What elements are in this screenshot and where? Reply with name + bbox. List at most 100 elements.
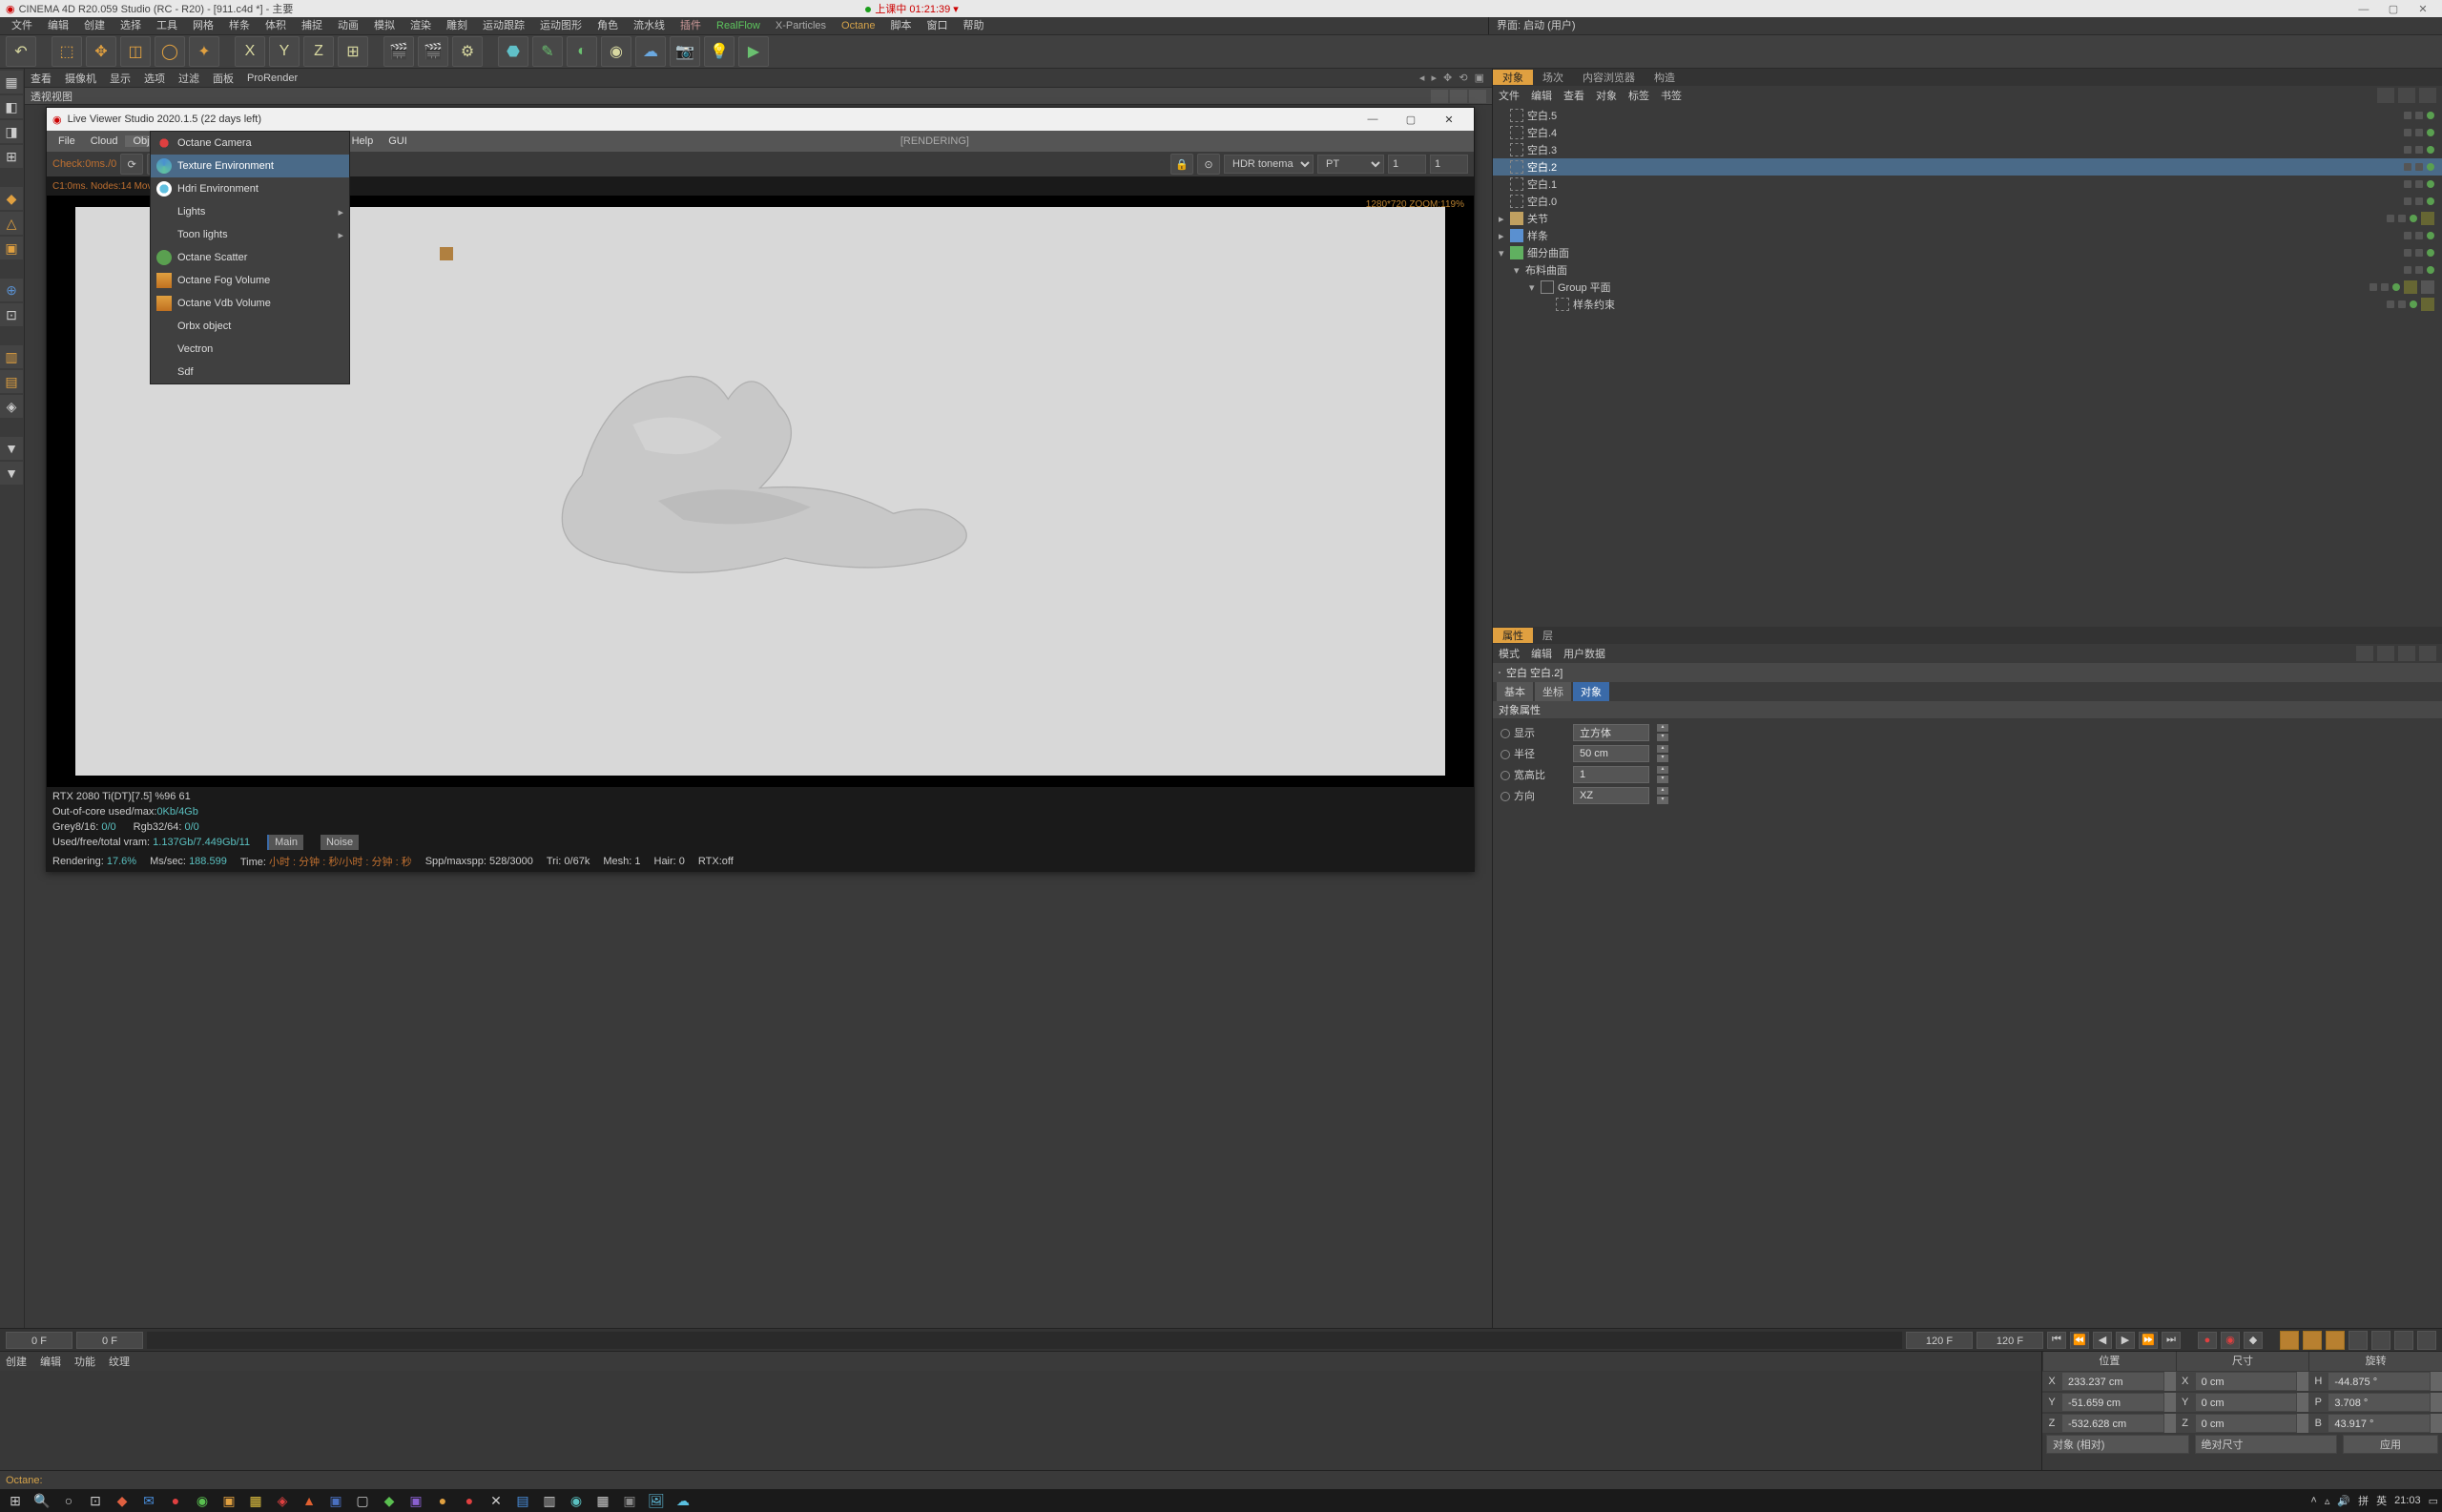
tl-opt7[interactable] [2417, 1331, 2436, 1350]
tab-structure[interactable]: 构造 [1645, 70, 1685, 85]
spinner[interactable] [2164, 1372, 2176, 1391]
objmenu-file[interactable]: 文件 [1499, 88, 1520, 103]
objmenu-btn2[interactable] [2398, 88, 2415, 103]
vpmenu-options[interactable]: 选项 [144, 71, 165, 86]
object-row[interactable]: ▾细分曲面 [1493, 244, 2442, 261]
tray-ime[interactable]: 拼 [2358, 1493, 2369, 1508]
matmenu-edit[interactable]: 编辑 [40, 1354, 61, 1369]
add-tag-button[interactable]: ▶ [738, 36, 769, 67]
ditem-vectron[interactable]: Vectron [151, 338, 349, 361]
lv-mode-select[interactable]: PT [1317, 155, 1384, 174]
ditem-scatter[interactable]: Octane Scatter [151, 246, 349, 269]
menu-animate[interactable]: 动画 [330, 17, 366, 34]
vpmenu-filter[interactable]: 过滤 [178, 71, 199, 86]
task-app-5[interactable]: ▣ [217, 1491, 240, 1510]
vpmenu-view[interactable]: 查看 [31, 71, 52, 86]
menu-script[interactable]: 脚本 [883, 17, 920, 34]
object-row[interactable]: 空白.3 [1493, 141, 2442, 158]
object-tag[interactable] [2421, 298, 2434, 311]
spinner[interactable]: ▴▾ [1657, 723, 1668, 742]
tray-time[interactable]: 21:03 [2394, 1495, 2421, 1506]
task-search[interactable]: 🔍 [31, 1491, 53, 1510]
tl-next-frame[interactable]: ⏩ [2139, 1332, 2158, 1349]
lv-lock-button[interactable]: 🔒 [1170, 154, 1193, 175]
main-aov-button[interactable]: Main [267, 835, 303, 850]
add-primitive-button[interactable]: ⬣ [498, 36, 528, 67]
attr-value[interactable]: 1 [1573, 766, 1649, 783]
task-app-11[interactable]: ◆ [378, 1491, 401, 1510]
task-app-2[interactable]: ✉ [137, 1491, 160, 1510]
attr-nav-lock[interactable] [2419, 646, 2436, 661]
timeline-end[interactable]: 120 F [1906, 1332, 1973, 1349]
matmenu-texture[interactable]: 纹理 [109, 1354, 130, 1369]
lv-maximize[interactable]: ▢ [1392, 114, 1430, 126]
object-tree[interactable]: 空白.5空白.4空白.3空白.2空白.1空白.0▸关节▸样条▾细分曲面▾布料曲面… [1493, 105, 2442, 627]
mode-workplane[interactable]: ⊞ [0, 145, 23, 168]
object-row[interactable]: 空白.0 [1493, 193, 2442, 210]
spinner[interactable] [2297, 1414, 2308, 1433]
menu-create[interactable]: 创建 [76, 17, 113, 34]
attr-value[interactable]: 立方体 [1573, 724, 1649, 741]
select-tool[interactable]: ⬚ [52, 36, 82, 67]
tl-opt4[interactable] [2349, 1331, 2368, 1350]
menu-file[interactable]: 文件 [4, 17, 40, 34]
lv-tonemap-select[interactable]: HDR tonema [1224, 155, 1314, 174]
objmenu-edit[interactable]: 编辑 [1531, 88, 1552, 103]
lvmenu-gui[interactable]: GUI [381, 135, 415, 147]
mode-extra1[interactable]: ▼ [0, 437, 23, 460]
menu-mograph[interactable]: 运动图形 [532, 17, 590, 34]
tl-record[interactable]: ● [2198, 1332, 2217, 1349]
task-app-22[interactable]: ☁ [672, 1491, 694, 1510]
coord-toggle[interactable]: ⊞ [338, 36, 368, 67]
ditem-vdb[interactable]: Octane Vdb Volume [151, 292, 349, 315]
coord-size-mode-select[interactable]: 绝对尺寸 [2195, 1435, 2338, 1454]
tl-opt2[interactable] [2303, 1331, 2322, 1350]
spinner[interactable] [2164, 1393, 2176, 1412]
task-view[interactable]: ⊡ [84, 1491, 107, 1510]
viewport-widget1[interactable] [1431, 90, 1448, 103]
add-deformer-button[interactable]: ◉ [601, 36, 631, 67]
layout-selector[interactable]: 界面: 启动 (用户) [1488, 17, 2438, 34]
subtab-coord[interactable]: 坐标 [1535, 682, 1571, 701]
tab-attributes[interactable]: 属性 [1493, 628, 1533, 643]
spinner[interactable] [2431, 1414, 2442, 1433]
spinner[interactable] [2297, 1393, 2308, 1412]
attrmenu-userdata[interactable]: 用户数据 [1563, 646, 1605, 661]
ditem-toonlights[interactable]: Toon lights▸ [151, 223, 349, 246]
task-cortana[interactable]: ○ [57, 1491, 80, 1510]
object-row[interactable]: 空白.2 [1493, 158, 2442, 176]
viewport-widget3[interactable] [1469, 90, 1486, 103]
task-app-3[interactable]: ● [164, 1491, 187, 1510]
attrmenu-mode[interactable]: 模式 [1499, 646, 1520, 661]
coord-pos-value[interactable]: -532.628 cm [2061, 1414, 2164, 1433]
object-row[interactable]: ▾布料曲面 [1493, 261, 2442, 279]
lv-reload-button[interactable]: ⟳ [120, 154, 143, 175]
attr-nav-up[interactable] [2398, 646, 2415, 661]
coord-pos-value[interactable]: 233.237 cm [2061, 1372, 2164, 1391]
object-tag[interactable] [2421, 212, 2434, 225]
coord-rot-value[interactable]: 3.708 ° [2328, 1393, 2431, 1412]
object-row[interactable]: ▾Group 平面 [1493, 279, 2442, 296]
render-settings-button[interactable]: ⚙ [452, 36, 483, 67]
mode-uvpoint[interactable]: ▥ [0, 345, 23, 368]
ditem-texture-env[interactable]: Texture Environment [151, 155, 349, 177]
maximize-button[interactable]: ▢ [2380, 3, 2407, 15]
noise-aov-button[interactable]: Noise [321, 835, 359, 850]
task-app-1[interactable]: ◆ [111, 1491, 134, 1510]
ditem-octane-camera[interactable]: Octane Camera [151, 132, 349, 155]
menu-octane[interactable]: Octane [834, 17, 882, 34]
object-tag[interactable] [2404, 280, 2417, 294]
spinner[interactable]: ▴▾ [1657, 744, 1668, 763]
vpmenu-display[interactable]: 显示 [110, 71, 131, 86]
task-app-16[interactable]: ▤ [511, 1491, 534, 1510]
menu-help[interactable]: 帮助 [956, 17, 992, 34]
material-body[interactable] [0, 1371, 2041, 1470]
lv-minimize[interactable]: — [1354, 114, 1392, 125]
coord-size-value[interactable]: 0 cm [2195, 1393, 2298, 1412]
menu-volume[interactable]: 体积 [258, 17, 294, 34]
ditem-orbx[interactable]: Orbx object [151, 315, 349, 338]
mode-texture[interactable]: ◨ [0, 120, 23, 143]
task-app-20[interactable]: ▣ [618, 1491, 641, 1510]
tl-opt1[interactable] [2280, 1331, 2299, 1350]
menu-motiontrack[interactable]: 运动跟踪 [475, 17, 532, 34]
